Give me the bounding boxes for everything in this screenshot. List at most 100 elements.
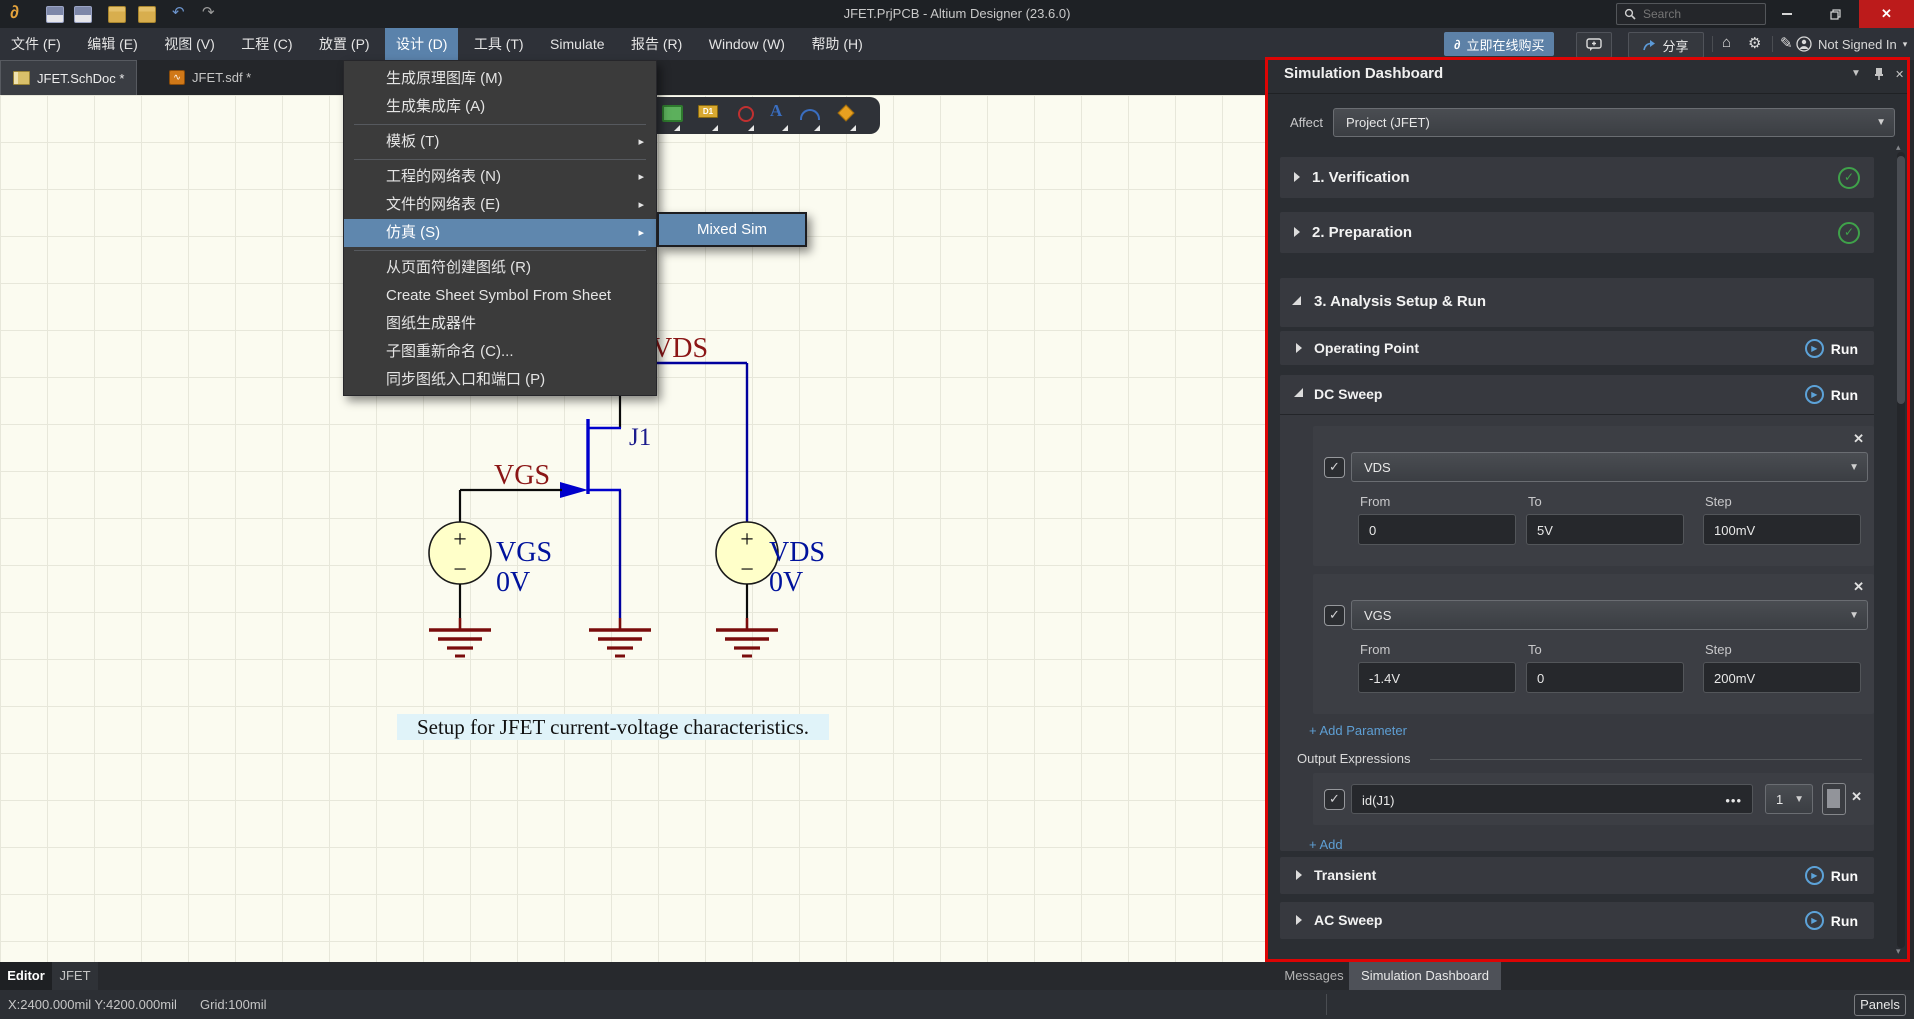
row-transient[interactable]: Transient ▶ Run <box>1280 857 1874 894</box>
tab-simulation-dashboard[interactable]: Simulation Dashboard <box>1349 962 1501 990</box>
tab-label: JFET.SchDoc * <box>37 71 124 86</box>
settings-gear-icon[interactable]: ⚙ <box>1748 34 1761 52</box>
section-verification[interactable]: 1. Verification ✓ <box>1280 157 1874 198</box>
panels-button[interactable]: Panels <box>1854 994 1906 1016</box>
src-left-name[interactable]: VGS <box>496 537 552 568</box>
step-field[interactable]: 200mV <box>1703 662 1861 693</box>
tab-jfet-schdoc[interactable]: JFET.SchDoc * <box>0 60 137 95</box>
expression-more-icon[interactable]: ••• <box>1725 785 1742 816</box>
plot-number-dropdown[interactable]: 1 ▼ <box>1765 784 1813 814</box>
from-field[interactable]: -1.4V <box>1358 662 1516 693</box>
menu-tools[interactable]: 工具 (T) <box>463 28 535 60</box>
menu-help[interactable]: 帮助 (H) <box>800 28 873 60</box>
menu-simulate[interactable]: Simulate <box>539 28 615 60</box>
search-input[interactable] <box>1641 6 1755 22</box>
from-field[interactable]: 0 <box>1358 514 1516 545</box>
menu-edit[interactable]: 编辑 (E) <box>76 28 149 60</box>
tab-editor[interactable]: Editor <box>0 962 52 990</box>
src-right-name[interactable]: VDS <box>769 537 825 568</box>
comment-button[interactable] <box>1576 32 1612 58</box>
net-label-vgs[interactable]: VGS <box>494 460 550 491</box>
panel-menu-icon[interactable]: ▼ <box>1851 68 1861 79</box>
panel-close-icon[interactable]: ✕ <box>1895 68 1904 81</box>
menu-item-simulate[interactable]: 仿真 (S)▸ <box>344 219 656 247</box>
run-operating-point-button[interactable]: ▶ Run <box>1805 339 1858 358</box>
minus-mark: − <box>453 557 467 583</box>
menu-item-rename-child-sheet[interactable]: 子图重新命名 (C)... <box>344 338 656 366</box>
tab-messages[interactable]: Messages <box>1281 962 1347 990</box>
row-ac-sweep[interactable]: AC Sweep ▶ Run <box>1280 902 1874 939</box>
section-analysis-setup[interactable]: 3. Analysis Setup & Run <box>1280 278 1874 327</box>
minimize-button[interactable] <box>1763 0 1811 28</box>
panel-header: Simulation Dashboard ▼ ✕ <box>1268 60 1907 94</box>
customize-pen-icon[interactable]: ✎ <box>1780 34 1793 52</box>
run-transient-button[interactable]: ▶ Run <box>1805 866 1858 885</box>
menu-reports[interactable]: 报告 (R) <box>620 28 693 60</box>
pin-icon[interactable] <box>1873 67 1885 81</box>
share-label: 分享 <box>1662 36 1688 55</box>
menu-item-create-component-from-sheet[interactable]: 图纸生成器件 <box>344 310 656 338</box>
menu-item-create-sheet-symbol[interactable]: Create Sheet Symbol From Sheet <box>344 282 656 310</box>
step-field[interactable]: 100mV <box>1703 514 1861 545</box>
menu-item-document-netlist[interactable]: 文件的网络表 (E)▸ <box>344 191 656 219</box>
menu-design[interactable]: 设计 (D) <box>385 28 458 60</box>
row-operating-point[interactable]: Operating Point ▶ Run <box>1280 331 1874 365</box>
collapsed-caret-icon <box>1294 172 1300 182</box>
menu-item-project-netlist[interactable]: 工程的网络表 (N)▸ <box>344 163 656 191</box>
menu-item-make-intlib[interactable]: 生成集成库 (A) <box>344 93 656 121</box>
sweep-source-dropdown[interactable]: VGS ▼ <box>1351 600 1868 630</box>
remove-parameter-icon[interactable]: ✕ <box>1853 579 1864 595</box>
sweep-source-dropdown[interactable]: VDS ▼ <box>1351 452 1868 482</box>
collapsed-caret-icon <box>1296 343 1302 353</box>
share-button[interactable]: 分享 <box>1628 32 1704 58</box>
net-label-vds[interactable]: VDS <box>652 333 708 364</box>
home-icon[interactable]: ⌂ <box>1722 34 1731 51</box>
menu-view[interactable]: 视图 (V) <box>153 28 226 60</box>
menu-item-mixed-sim[interactable]: Mixed Sim <box>657 212 807 247</box>
remove-expression-icon[interactable]: ✕ <box>1851 789 1862 805</box>
menu-item-make-schlib[interactable]: 生成原理图库 (M) <box>344 65 656 93</box>
chevron-down-icon: ▾ <box>1903 39 1908 50</box>
parameter-enabled-checkbox[interactable]: ✓ <box>1324 605 1345 626</box>
menu-place[interactable]: 放置 (P) <box>308 28 381 60</box>
src-right-value[interactable]: 0V <box>769 567 803 598</box>
chevron-down-icon: ▼ <box>1849 462 1859 473</box>
expression-field[interactable]: id(J1) ••• <box>1351 784 1753 814</box>
remove-parameter-icon[interactable]: ✕ <box>1853 431 1864 447</box>
menu-item-templates[interactable]: 模板 (T)▸ <box>344 128 656 156</box>
tab-sheet-jfet[interactable]: JFET <box>52 962 98 990</box>
to-label: To <box>1528 494 1542 509</box>
menu-project[interactable]: 工程 (C) <box>230 28 303 60</box>
to-field[interactable]: 5V <box>1526 514 1684 545</box>
sign-in-menu[interactable]: Not Signed In ▾ <box>1796 32 1907 56</box>
menu-file[interactable]: 文件 (F) <box>0 28 72 60</box>
scrollbar-thumb[interactable] <box>1897 156 1905 404</box>
section-preparation[interactable]: 2. Preparation ✓ <box>1280 212 1874 253</box>
plus-mark: + <box>453 527 467 553</box>
submenu-arrow-icon: ▸ <box>638 163 644 191</box>
restore-button[interactable] <box>1811 0 1859 28</box>
menu-item-sync-sheet-entries[interactable]: 同步图纸入口和端口 (P) <box>344 366 656 394</box>
menu-window[interactable]: Window (W) <box>698 28 796 60</box>
chevron-down-icon: ▼ <box>1849 610 1859 621</box>
run-ac-sweep-button[interactable]: ▶ Run <box>1805 911 1858 930</box>
expanded-caret-icon <box>1292 296 1301 305</box>
affect-dropdown[interactable]: Project (JFET) ▼ <box>1333 108 1895 137</box>
src-left-value[interactable]: 0V <box>496 567 530 598</box>
menu-item-create-sheet-from-symbol[interactable]: 从页面符创建图纸 (R) <box>344 254 656 282</box>
tab-jfet-sdf[interactable]: ∿ JFET.sdf * <box>157 60 263 94</box>
parameter-enabled-checkbox[interactable]: ✓ <box>1324 457 1345 478</box>
jfet-gate-arrow <box>560 482 588 498</box>
scroll-down-icon[interactable]: ▾ <box>1896 946 1901 957</box>
expression-enabled-checkbox[interactable]: ✓ <box>1324 789 1345 810</box>
add-expression-link[interactable]: + Add <box>1309 837 1343 852</box>
run-dc-sweep-button[interactable]: ▶ Run <box>1805 385 1858 404</box>
jfet-designator[interactable]: J1 <box>629 424 651 451</box>
buy-online-button[interactable]: ∂ 立即在线购买 <box>1444 32 1554 56</box>
trace-color-swatch[interactable] <box>1822 783 1846 815</box>
design-menu-popup: 生成原理图库 (M) 生成集成库 (A) 模板 (T)▸ 工程的网络表 (N)▸… <box>343 60 657 396</box>
add-parameter-link[interactable]: + Add Parameter <box>1309 723 1407 738</box>
close-button[interactable]: ✕ <box>1859 0 1914 28</box>
to-field[interactable]: 0 <box>1526 662 1684 693</box>
search-box[interactable] <box>1616 3 1766 25</box>
